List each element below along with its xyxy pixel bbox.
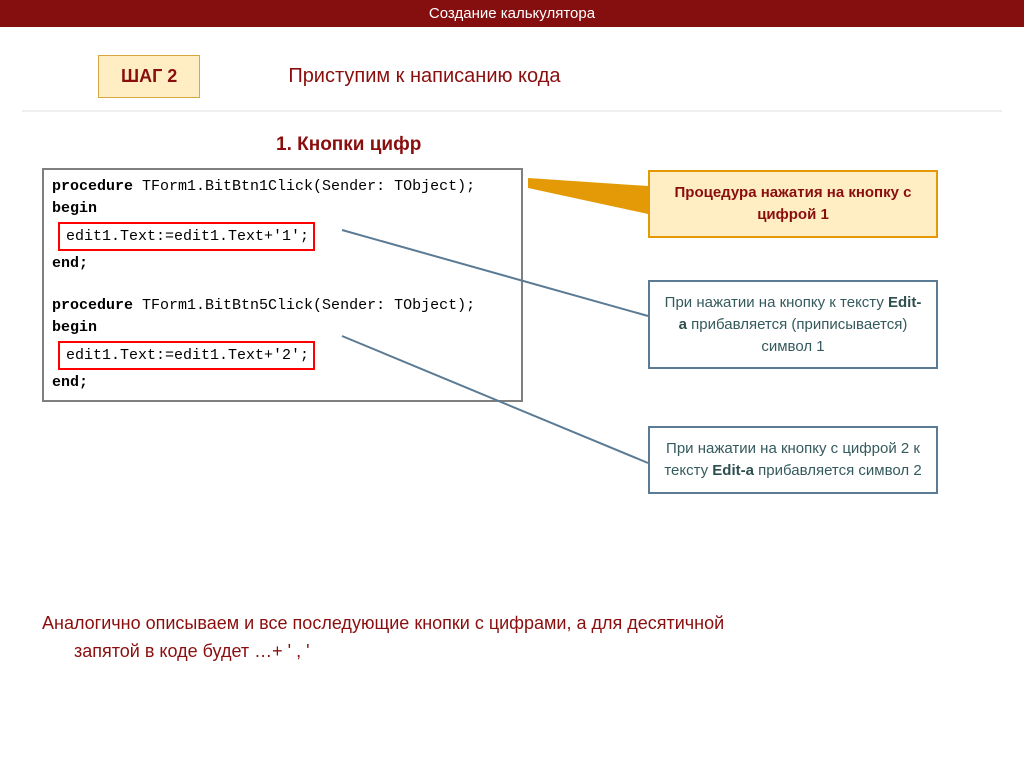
code-line-end-2: end; <box>44 372 521 394</box>
code-line-begin-2: begin <box>44 317 521 339</box>
callout-append-2: При нажатии на кнопку с цифрой 2 к текст… <box>648 426 938 494</box>
code-line-body-2: edit1.Text:=edit1.Text+'2'; <box>44 339 521 373</box>
page-title-bar: Создание калькулятора <box>0 0 1024 27</box>
step-row: ШАГ 2 Приступим к написанию кода <box>98 55 1024 98</box>
highlighted-code-1: edit1.Text:=edit1.Text+'1'; <box>58 222 315 252</box>
callout-procedure-text: Процедура нажатия на кнопку с цифрой 1 <box>675 184 912 223</box>
bottom-line-1: Аналогично описываем и все последующие к… <box>42 613 724 633</box>
step-badge: ШАГ 2 <box>98 55 200 98</box>
callout-append-1-pre: При нажатии на кнопку к тексту <box>665 294 888 311</box>
divider <box>22 110 1002 112</box>
content-area: procedure TForm1.BitBtn1Click(Sender: TO… <box>42 168 1024 402</box>
page-title: Создание калькулятора <box>429 5 595 22</box>
callout-append-1: При нажатии на кнопку к тексту Edit-а пр… <box>648 280 938 369</box>
callout-append-1-post: прибавляется (приписывается) символ 1 <box>687 316 907 355</box>
highlighted-code-2: edit1.Text:=edit1.Text+'2'; <box>58 341 315 371</box>
code-block: procedure TForm1.BitBtn1Click(Sender: TO… <box>42 168 523 402</box>
code-line-body-1: edit1.Text:=edit1.Text+'1'; <box>44 220 521 254</box>
callout-append-2-em: Edit-а <box>712 462 754 479</box>
bottom-note: Аналогично описываем и все последующие к… <box>42 610 942 666</box>
bottom-line-2: запятой в коде будет …+ ' , ' <box>42 638 942 666</box>
code-line-begin-1: begin <box>44 198 521 220</box>
code-blank <box>44 275 521 295</box>
code-line-proc2: procedure TForm1.BitBtn5Click(Sender: TO… <box>44 295 521 317</box>
callout-procedure: Процедура нажатия на кнопку с цифрой 1 <box>648 170 938 238</box>
section-heading: 1. Кнопки цифр <box>276 134 1024 156</box>
code-line-proc1: procedure TForm1.BitBtn1Click(Sender: TO… <box>44 176 521 198</box>
callout-append-2-post: прибавляется символ 2 <box>754 462 922 479</box>
code-line-end-1: end; <box>44 253 521 275</box>
step-title: Приступим к написанию кода <box>288 65 560 88</box>
